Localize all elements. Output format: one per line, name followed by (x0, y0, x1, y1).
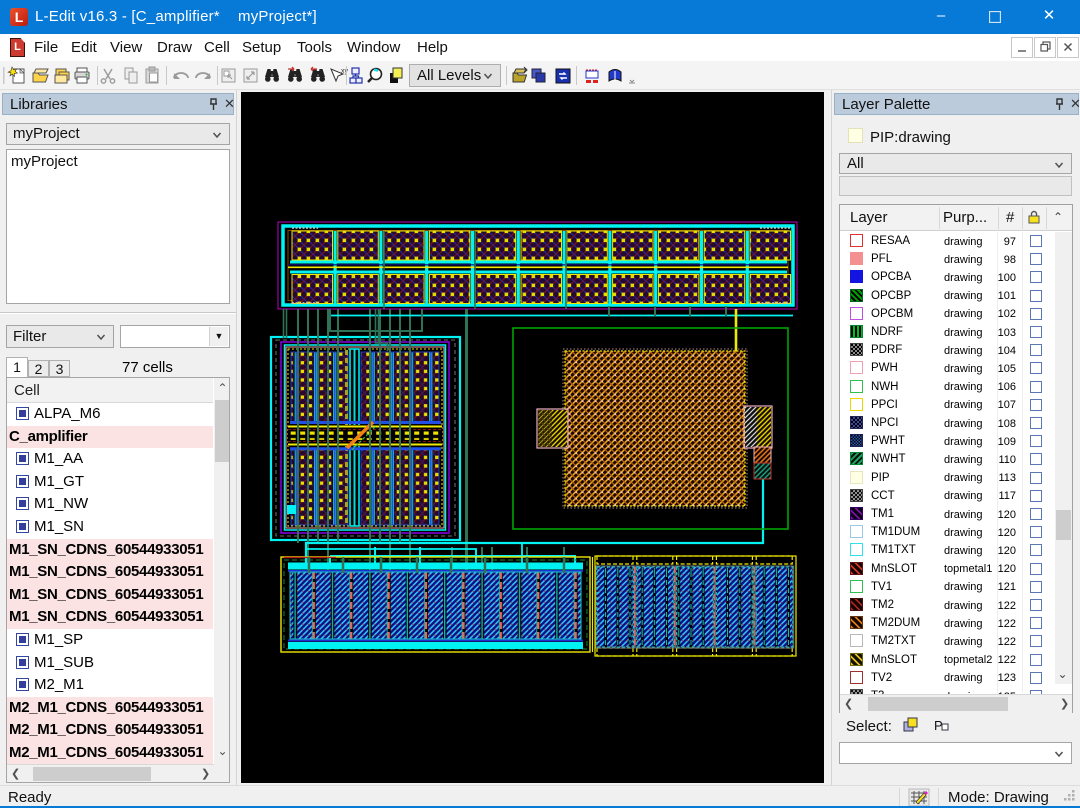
svg-text:P: P (934, 718, 943, 733)
svg-text:xy: xy (341, 68, 349, 75)
